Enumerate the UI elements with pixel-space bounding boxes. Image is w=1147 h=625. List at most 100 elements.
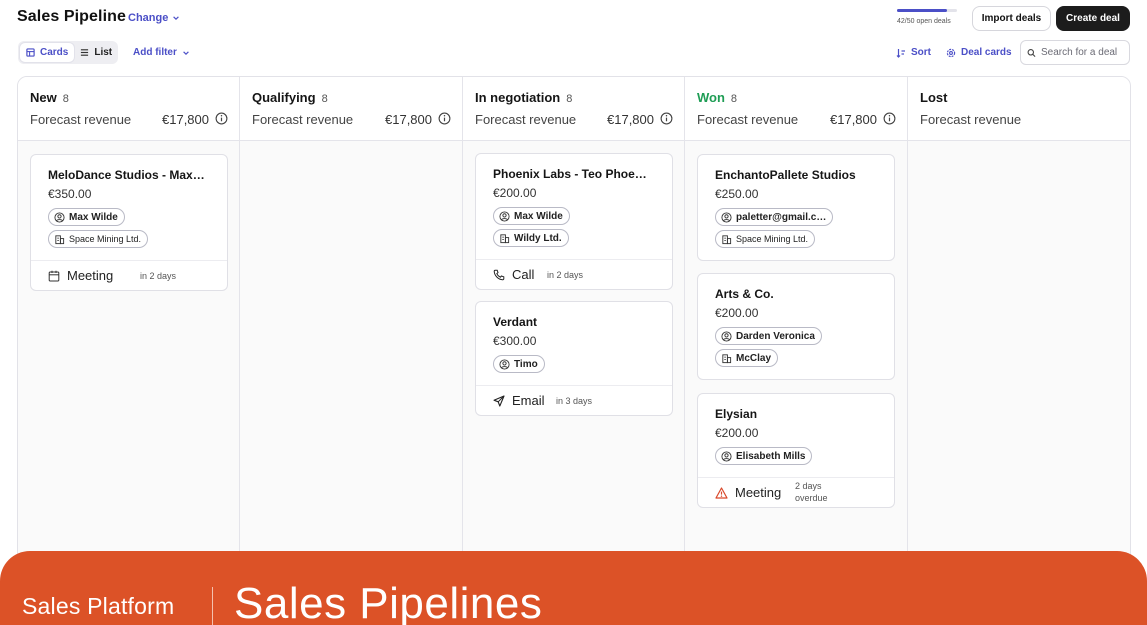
activity-row[interactable]: Call in 2 days [476,259,672,289]
change-label: Change [128,12,169,24]
deal-amount: €200.00 [493,186,537,200]
view-toggle: Cards List [18,41,118,64]
deal-card[interactable]: Phoenix Labs - Teo Phoe… €200.00 Max Wil… [475,153,673,290]
deal-cards-label: Deal cards [961,47,1012,58]
search-icon [1027,48,1036,57]
column-header: Lost Forecast revenue [908,77,1130,141]
activity-row[interactable]: Meeting in 2 days [31,260,227,290]
contact-name: Max Wilde [69,211,118,223]
company-tag[interactable]: McClay [715,349,779,367]
deal-title: Elysian [715,407,758,421]
create-deal-button[interactable]: Create deal [1056,6,1130,31]
column-name: Won [697,90,725,105]
sort-label: Sort [911,47,931,58]
sort-button[interactable]: Sort [896,47,931,58]
activity-due: in 2 days [140,271,177,281]
change-pipeline-button[interactable]: Change [128,12,180,24]
pipeline-board: New 8 Forecast revenue €17,800 MeloDance … [17,76,1131,625]
warning-icon [715,486,728,499]
contact-tag[interactable]: Elisabeth Mills [715,447,813,465]
contact-name: paletter@gmail.c… [736,211,827,223]
forecast-value: €17,800 [162,112,209,127]
column-new: New 8 Forecast revenue €17,800 MeloDance … [18,77,240,625]
list-icon [81,49,89,56]
forecast-label: Forecast revenue [475,112,577,127]
company-name: Wildy Ltd. [514,232,562,244]
company-tag[interactable]: Space Mining Ltd. [715,230,816,248]
view-cards-label: Cards [40,47,69,58]
deal-amount: €250.00 [715,187,759,201]
company-name: Space Mining Ltd. [736,234,809,244]
deal-amount: €200.00 [715,306,759,320]
search-box[interactable] [1020,40,1130,65]
activity-type: Meeting [67,268,114,283]
view-cards-button[interactable]: Cards [20,43,75,62]
contact-tag[interactable]: Max Wilde [493,207,570,225]
banner-divider [212,587,213,625]
forecast-label: Forecast revenue [697,112,799,127]
deal-card[interactable]: MeloDance Studios - Max… €350.00 Max Wil… [30,154,228,291]
activity: Meeting [48,268,113,283]
user-icon [721,330,732,342]
company-name: McClay [736,352,772,364]
column-lost: Lost Forecast revenue [908,77,1130,625]
deal-card[interactable]: Elysian €200.00 Elisabeth Mills Meeting … [697,393,895,508]
deal-card[interactable]: EnchantoPallete Studios €250.00 paletter… [697,154,895,261]
page-title: Sales Pipeline [17,8,127,25]
deal-title: EnchantoPallete Studios [715,168,856,182]
building-icon [722,234,732,244]
info-icon[interactable] [438,112,451,125]
gear-icon [946,48,956,57]
company-tag[interactable]: Wildy Ltd. [493,229,569,247]
activity-type: Meeting [735,485,782,500]
activity-type: Email [512,393,545,408]
meter-track [897,9,957,12]
activity-row[interactable]: Meeting 2 days overdue [698,477,894,507]
add-filter-button[interactable]: Add filter [133,47,190,58]
deal-title: Verdant [493,315,538,329]
column-count: 8 [566,93,573,105]
column-title: Lost [920,90,947,105]
forecast-value: €17,800 [830,112,877,127]
user-icon [499,210,510,222]
deal-amount: €200.00 [715,426,759,440]
activity-due: 2 days overdue [795,480,828,504]
column-in-negotiation: In negotiation 8 Forecast revenue €17,800… [463,77,685,625]
info-icon[interactable] [883,112,896,125]
forecast-value: €17,800 [385,112,432,127]
building-icon [55,234,65,244]
deal-cards-settings-button[interactable]: Deal cards [946,47,1012,58]
info-icon[interactable] [660,112,673,125]
view-list-button[interactable]: List [74,43,118,62]
company-tag[interactable]: Space Mining Ltd. [48,230,149,248]
contact-tag[interactable]: paletter@gmail.c… [715,208,834,226]
column-count: 8 [62,93,69,105]
activity-due: in 2 days [547,270,584,280]
search-input[interactable] [1041,47,1129,58]
column-title: Qualifying 8 [252,90,328,105]
contact-tag[interactable]: Timo [493,355,545,373]
info-icon[interactable] [215,112,228,125]
user-icon [54,211,65,223]
meter-fill [897,9,948,12]
chevron-down-icon [173,16,180,21]
add-filter-label: Add filter [133,47,177,58]
contact-name: Elisabeth Mills [736,450,806,462]
import-deals-button[interactable]: Import deals [972,6,1051,31]
deal-card[interactable]: Verdant €300.00 Timo Email in 3 days [475,301,673,416]
column-count: 8 [321,93,328,105]
activity: Call [493,267,534,282]
sort-icon [896,48,905,58]
contact-name: Timo [514,358,538,370]
activity-row[interactable]: Email in 3 days [476,385,672,415]
contact-tag[interactable]: Max Wilde [48,208,125,226]
user-icon [499,358,510,370]
activity: Meeting [715,485,781,500]
banner-feature-title: Sales Pipelines [234,579,543,625]
contact-tag[interactable]: Darden Veronica [715,327,822,345]
user-icon [721,211,732,223]
column-header: Qualifying 8 Forecast revenue €17,800 [240,77,462,141]
activity: Email [493,393,545,408]
contact-name: Darden Veronica [736,330,815,342]
deal-card[interactable]: Arts & Co. €200.00 Darden Veronica McCla… [697,273,895,380]
